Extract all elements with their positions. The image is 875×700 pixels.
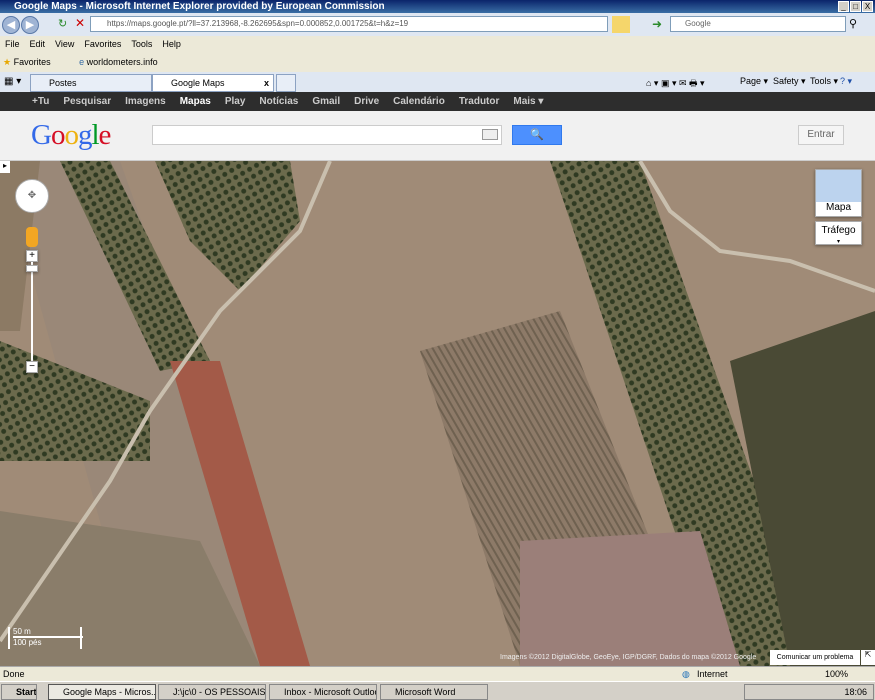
minimap-toggle[interactable]: ⇱: [861, 650, 875, 665]
zoom-in-button[interactable]: +: [26, 250, 38, 262]
gbar-gmail[interactable]: Gmail: [312, 96, 340, 107]
pegman-icon[interactable]: [26, 227, 38, 247]
zoom-level[interactable]: 100%: [825, 667, 848, 681]
gbar-tradutor[interactable]: Tradutor: [459, 96, 500, 107]
help-menu[interactable]: ? ▾: [840, 76, 852, 87]
gbar-mapas[interactable]: Mapas: [180, 96, 211, 107]
menu-favorites[interactable]: Favorites: [84, 39, 121, 49]
map-type-label: Mapa: [825, 202, 851, 213]
close-window-button[interactable]: X: [862, 1, 873, 12]
expand-panel-button[interactable]: ▸: [0, 161, 10, 173]
status-text: Done: [3, 669, 25, 679]
start-button[interactable]: Start: [1, 684, 37, 700]
satellite-imagery: [0, 161, 875, 666]
star-icon: ★: [3, 57, 12, 67]
keyboard-icon[interactable]: [482, 129, 498, 140]
home-icon[interactable]: ⌂ ▾ ▣ ▾ ✉ 🖶 ▾: [646, 76, 705, 92]
lock-icon[interactable]: [612, 16, 630, 33]
gbar-calendario[interactable]: Calendário: [393, 96, 445, 107]
google-header: Google 🔍 Entrar: [0, 111, 875, 161]
clock: 18:06: [844, 687, 867, 697]
maximize-button[interactable]: □: [850, 1, 861, 12]
new-tab-button[interactable]: [276, 74, 296, 92]
taskbar-explorer[interactable]: J:\jc\0 - OS PESSOAIS n...: [158, 684, 266, 700]
status-bar: Done ◍ Internet 100%: [0, 666, 875, 681]
google-bar: +Tu Pesquisar Imagens Mapas Play Notícias Gmai…: [0, 92, 875, 111]
pan-control[interactable]: ✥: [15, 179, 49, 213]
map-thumbnail: [816, 170, 861, 202]
zoom-slider-handle[interactable]: [26, 265, 38, 272]
google-logo[interactable]: Google: [31, 119, 111, 152]
scale-metric: 50 m: [13, 627, 83, 638]
traffic-label: Tráfego: [821, 225, 856, 236]
forward-button[interactable]: ▶: [21, 16, 39, 34]
address-bar: ◀ ▶ ↻ ✕ https://maps.google.pt/?ll=37.21…: [0, 13, 875, 36]
taskbar-word[interactable]: Microsoft Word: [380, 684, 488, 700]
quick-tabs-icon[interactable]: ▦ ▾: [4, 76, 21, 87]
traffic-button[interactable]: Tráfego ▾: [815, 221, 862, 245]
menu-bar: File Edit View Favorites Tools Help: [0, 36, 875, 52]
back-button[interactable]: ◀: [2, 16, 20, 34]
satellite-map[interactable]: ▸ ✥ + − Mapa Tráfego ▾ 50 m 100 pés Imagen…: [0, 161, 875, 666]
menu-tools[interactable]: Tools: [131, 39, 152, 49]
window-title-bar: Google Maps - Microsoft Internet Explore…: [0, 0, 875, 13]
maps-search-input[interactable]: [152, 125, 502, 145]
favorite-link[interactable]: worldometers.info: [87, 57, 158, 67]
search-icon[interactable]: ⚲: [849, 17, 857, 30]
gbar-play[interactable]: Play: [225, 96, 246, 107]
taskbar-google-maps[interactable]: Google Maps - Micros...: [48, 684, 156, 700]
minimize-button[interactable]: _: [838, 1, 849, 12]
signin-button[interactable]: Entrar: [798, 125, 844, 145]
gbar-pesquisar[interactable]: Pesquisar: [63, 96, 111, 107]
menu-edit[interactable]: Edit: [30, 39, 46, 49]
url-input[interactable]: https://maps.google.pt/?ll=37.213968,-8.…: [90, 16, 608, 32]
gbar-mais[interactable]: Mais ▾: [513, 96, 543, 107]
menu-help[interactable]: Help: [162, 39, 181, 49]
tab-postes[interactable]: Postes: [30, 74, 152, 92]
gbar-drive[interactable]: Drive: [354, 96, 379, 107]
refresh-icon[interactable]: ↻: [58, 17, 67, 30]
taskbar-outlook[interactable]: Inbox - Microsoft Outlook: [269, 684, 377, 700]
taskbar: Start Google Maps - Micros... J:\jc\0 - …: [0, 681, 875, 700]
gbar-tu[interactable]: +Tu: [32, 96, 49, 107]
globe-icon: ◍: [682, 669, 690, 679]
search-box[interactable]: Google: [670, 16, 846, 32]
zoom-out-button[interactable]: −: [26, 361, 38, 373]
menu-file[interactable]: File: [5, 39, 20, 49]
scale-bar: 50 m 100 pés: [8, 627, 83, 649]
stop-icon[interactable]: ✕: [75, 16, 85, 30]
system-tray: 18:06: [744, 684, 874, 700]
attribution: Imagens ©2012 DigitalGlobe, GeoEye, IGP/…: [500, 654, 757, 661]
tab-bar: ▦ ▾ Postes Google Maps x ⌂ ▾ ▣ ▾ ✉ 🖶 ▾ Pa…: [0, 72, 875, 92]
ie-page-icon: e: [79, 57, 85, 67]
menu-view[interactable]: View: [55, 39, 74, 49]
tab-label: Postes: [49, 78, 77, 88]
search-button[interactable]: 🔍: [512, 125, 562, 145]
zoom-slider-track[interactable]: [31, 262, 33, 362]
gbar-noticias[interactable]: Notícias: [259, 96, 298, 107]
tab-label: Google Maps: [171, 78, 225, 88]
gbar-imagens[interactable]: Imagens: [125, 96, 166, 107]
security-zone: Internet: [697, 669, 728, 679]
tools-menu[interactable]: Tools ▾: [810, 76, 838, 87]
scale-imperial: 100 pés: [13, 638, 42, 647]
window-title: Google Maps - Microsoft Internet Explore…: [14, 1, 385, 12]
safety-menu[interactable]: Safety ▾: [773, 76, 806, 87]
tab-close-button[interactable]: x: [264, 75, 269, 91]
tab-google-maps[interactable]: Google Maps x: [152, 74, 274, 92]
map-type-button[interactable]: Mapa: [815, 169, 862, 217]
page-menu[interactable]: Page ▾: [740, 76, 768, 87]
favorites-bar: ★ Favorites e worldometers.info: [0, 52, 875, 72]
go-icon[interactable]: ➜: [652, 17, 662, 31]
favorites-button[interactable]: Favorites: [14, 57, 51, 67]
report-problem-link[interactable]: Comunicar um problema: [770, 650, 860, 665]
